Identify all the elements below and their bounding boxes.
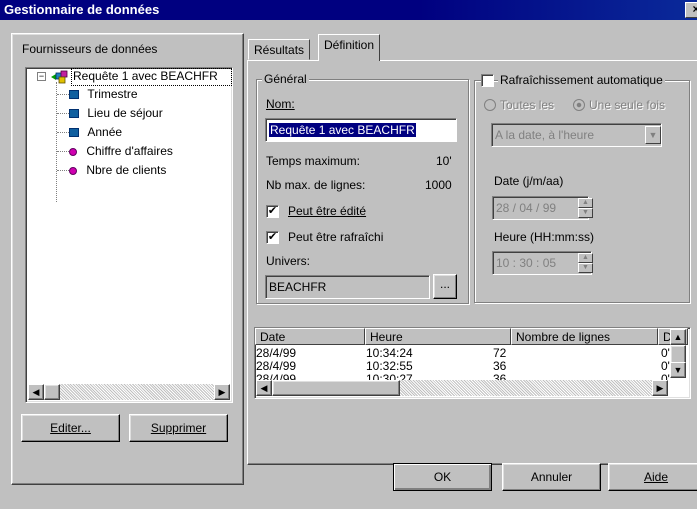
scroll-thumb[interactable] (44, 384, 60, 400)
max-time-value: 10' (436, 154, 452, 168)
arrow-down-icon: ▼ (673, 365, 683, 375)
refresh-every-radio[interactable] (484, 99, 496, 111)
indicator-dot-icon (69, 147, 77, 156)
edit-button[interactable]: Editer... (21, 414, 120, 442)
query-cubes-icon (50, 70, 70, 84)
scroll-track[interactable] (400, 380, 652, 396)
universe-label: Univers: (266, 254, 311, 268)
close-button[interactable]: × (685, 2, 697, 18)
dropdown-arrow-icon[interactable]: ▼ (645, 126, 661, 144)
scroll-left-button[interactable]: ◀ (28, 384, 44, 400)
arrow-left-icon: ◀ (32, 387, 40, 397)
auto-refresh-label: Rafraîchissement automatique (498, 73, 665, 87)
tab-results[interactable]: Résultats (248, 39, 311, 60)
delete-button[interactable]: Supprimer (129, 414, 228, 442)
history-cell: 72 (493, 346, 507, 360)
dimension-cube-icon (69, 109, 79, 119)
history-cell: 10:32:55 (366, 359, 413, 373)
indicator-dot-icon (69, 166, 77, 175)
arrow-up-icon: ▲ (673, 332, 683, 342)
max-rows-value: 1000 (425, 178, 452, 192)
browse-universe-button[interactable]: ... (433, 274, 457, 299)
tree-item[interactable]: Nbre de clients (57, 163, 166, 181)
time-label: Heure (HH:mm:ss) (494, 230, 595, 244)
tree-item[interactable]: Lieu de séjour (57, 106, 163, 124)
scroll-up-button[interactable]: ▲ (670, 329, 686, 345)
history-cell: 10:34:24 (366, 346, 413, 360)
refresh-once-label: Une seule fois (589, 98, 666, 112)
tree-root-label: Requête 1 avec BEACHFR (73, 69, 218, 83)
arrow-right-icon: ▶ (656, 383, 664, 393)
refresh-every-label: Toutes les (500, 98, 555, 112)
name-field-value: Requête 1 avec BEACHFR (269, 123, 416, 137)
tree-item-label: Lieu de séjour (87, 106, 163, 120)
scroll-left-button[interactable]: ◀ (256, 380, 272, 396)
data-manager-window: Gestionnaire de données × Fournisseurs d… (0, 0, 697, 509)
refreshable-checkbox[interactable]: ✔ (266, 231, 279, 244)
column-header-time[interactable]: Heure (365, 328, 511, 345)
spin-down-icon[interactable]: ▼ (578, 263, 593, 273)
close-icon: × (692, 2, 697, 16)
tree-item[interactable]: Chiffre d'affaires (57, 144, 173, 162)
history-cell: 28/4/99 (256, 346, 297, 360)
column-header-date[interactable]: Date (255, 328, 365, 345)
tree-item-label: Trimestre (87, 87, 138, 101)
spin-down-icon[interactable]: ▼ (578, 208, 593, 218)
refreshable-label: Peut être rafraîchi (288, 230, 384, 244)
auto-refresh-checkbox[interactable] (481, 74, 494, 87)
name-label: Nom: (266, 97, 295, 111)
arrow-left-icon: ◀ (260, 383, 268, 393)
scroll-down-button[interactable]: ▼ (670, 362, 686, 378)
providers-tree[interactable]: − Requête 1 avec BEACHFR Trimestre Lieu … (25, 67, 233, 403)
tree-item-label: Année (87, 125, 123, 139)
ok-button[interactable]: OK (393, 463, 492, 491)
tree-item-label: Nbre de clients (86, 163, 167, 177)
help-button[interactable]: Aide (608, 463, 697, 491)
dimension-cube-icon (69, 128, 79, 138)
tree-item[interactable]: Année (57, 125, 122, 143)
date-label: Date (j/m/aa) (494, 174, 564, 188)
collapse-toggle[interactable]: − (37, 72, 46, 81)
tree-root-item[interactable]: Requête 1 avec BEACHFR (71, 68, 232, 86)
history-cell: 28/4/99 (256, 359, 297, 373)
date-field[interactable]: 28 / 04 / 99 (492, 196, 589, 220)
time-field[interactable]: 10 : 30 : 05 (492, 251, 592, 275)
spin-up-icon[interactable]: ▲ (578, 253, 593, 263)
scroll-thumb[interactable] (272, 380, 400, 396)
scroll-right-button[interactable]: ▶ (652, 380, 668, 396)
scroll-track[interactable] (60, 384, 214, 400)
tree-item-label: Chiffre d'affaires (86, 144, 173, 158)
tree-horizontal-scrollbar[interactable]: ◀ ▶ (28, 384, 230, 400)
tab-definition[interactable]: Définition (318, 34, 381, 61)
history-cell: 36 (493, 359, 507, 373)
spin-up-icon[interactable]: ▲ (578, 198, 593, 208)
universe-field[interactable]: BEACHFR (265, 275, 430, 299)
providers-heading: Fournisseurs de données (22, 42, 158, 56)
refresh-history-list[interactable]: Date Heure Nombre de lignes Du 28/4/99 1… (254, 327, 691, 399)
cancel-button[interactable]: Annuler (502, 463, 601, 491)
column-header-rows[interactable]: Nombre de lignes (511, 328, 658, 345)
general-group-label: Général (262, 72, 309, 86)
editable-label: Peut être édité (288, 204, 367, 218)
arrow-right-icon: ▶ (218, 387, 226, 397)
refresh-once-radio[interactable] (573, 99, 585, 111)
editable-checkbox[interactable]: ✔ (266, 205, 279, 218)
refresh-when-select[interactable]: A la date, à l'heure (491, 123, 662, 147)
dimension-cube-icon (69, 90, 79, 100)
max-time-label: Temps maximum: (266, 154, 361, 168)
window-title: Gestionnaire de données (4, 2, 160, 17)
title-bar[interactable]: Gestionnaire de données × (0, 0, 697, 20)
tree-item[interactable]: Trimestre (57, 87, 138, 105)
name-field[interactable]: Requête 1 avec BEACHFR (265, 118, 457, 142)
scroll-right-button[interactable]: ▶ (214, 384, 230, 400)
max-rows-label: Nb max. de lignes: (266, 178, 366, 192)
